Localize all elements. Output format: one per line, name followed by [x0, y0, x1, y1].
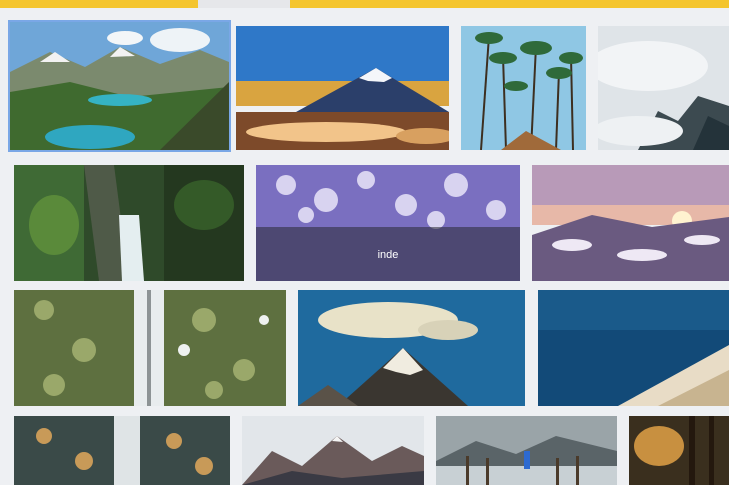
toolbar-tab-left[interactable] — [0, 0, 198, 8]
gallery-thumbnail-ocean-slope[interactable] — [538, 290, 729, 406]
toolbar-tab-right[interactable] — [290, 0, 729, 8]
gallery-thumbnail-palm-trees[interactable] — [461, 26, 586, 150]
thumbnail-caption: inde — [377, 249, 399, 261]
gallery-thumbnail-forest-waterfall[interactable] — [14, 165, 244, 281]
top-toolbar — [0, 0, 729, 10]
gallery-thumbnail-sunlit-forest[interactable] — [629, 416, 729, 485]
gallery-thumbnail-mountain-peak[interactable] — [298, 290, 525, 406]
gallery-thumbnail-frosted-forest[interactable]: inde — [256, 165, 520, 281]
gallery-thumbnail-snowy-sunrise[interactable] — [532, 165, 729, 281]
gallery-thumbnail-misty-forest[interactable] — [598, 26, 729, 150]
gallery-thumbnail-misty-mountains[interactable] — [242, 416, 424, 485]
toolbar-tab-middle[interactable] — [198, 0, 290, 8]
gallery-thumbnail-lake-pier[interactable] — [436, 416, 617, 485]
gallery-thumbnail-alpine-lake[interactable] — [8, 20, 231, 152]
gallery-thumbnail-volcano[interactable] — [236, 26, 449, 150]
gallery-thumbnail-aerial-snowy-road[interactable] — [14, 290, 286, 406]
gallery-thumbnail-aerial-autumn-road[interactable] — [14, 416, 230, 485]
